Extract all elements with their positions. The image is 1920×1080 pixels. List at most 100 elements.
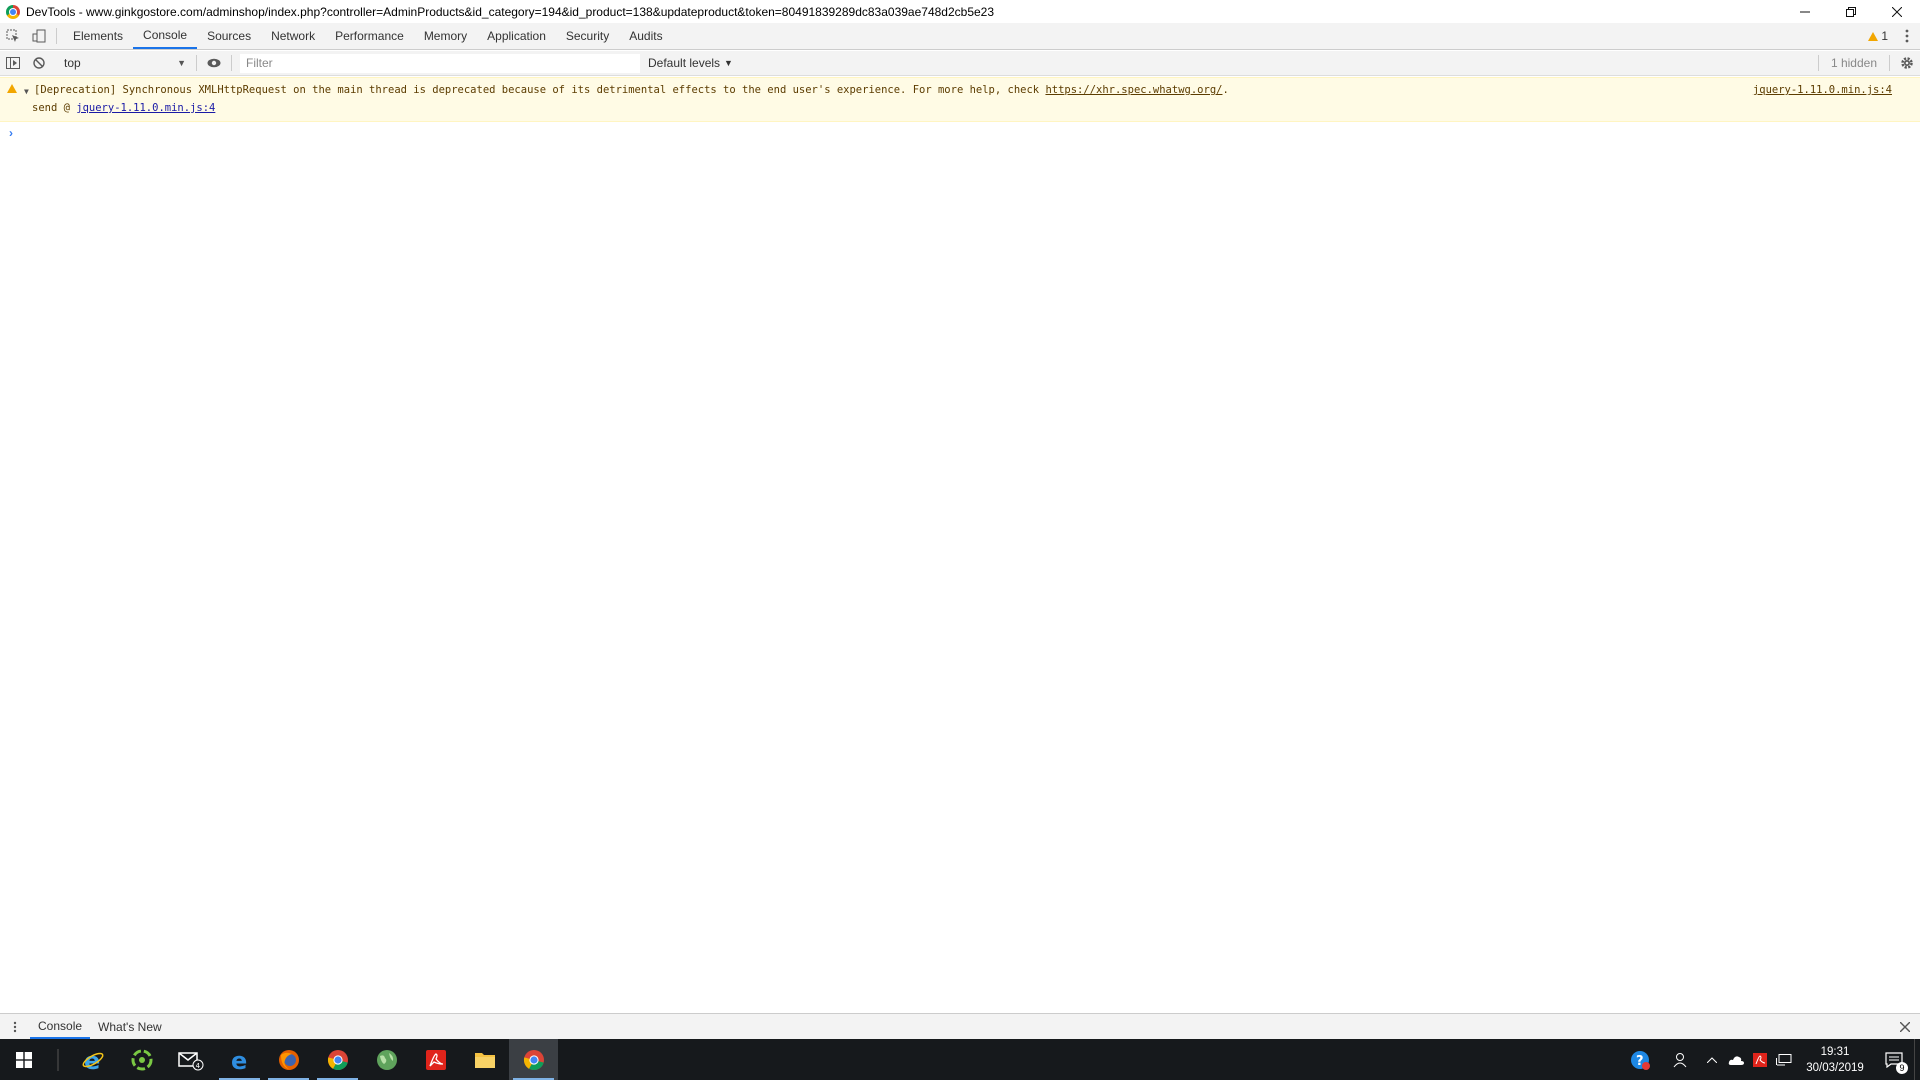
- message-source-link[interactable]: jquery-1.11.0.min.js:4: [1753, 81, 1892, 99]
- chevron-up-icon: [1707, 1056, 1717, 1063]
- tab-network[interactable]: Network: [261, 23, 325, 49]
- warnings-counter[interactable]: 1: [1862, 29, 1894, 43]
- mail-icon: 4: [177, 1051, 203, 1070]
- minimize-button[interactable]: [1782, 0, 1828, 23]
- restore-icon: [1846, 6, 1856, 17]
- live-expression-button[interactable]: [201, 50, 227, 76]
- mail-badge: 4: [195, 1062, 200, 1070]
- eye-icon: [207, 58, 221, 68]
- show-desktop-button[interactable]: [1914, 1039, 1920, 1080]
- tab-security[interactable]: Security: [556, 23, 619, 49]
- taskbar-firefox[interactable]: [264, 1039, 313, 1080]
- help-icon: ?: [1631, 1050, 1650, 1070]
- toolbar-divider: [231, 55, 232, 71]
- console-toolbar: top ▼ Default levels ▼ 1 hidden: [0, 51, 1920, 76]
- taskbar-recycle-app[interactable]: [117, 1039, 166, 1080]
- drawer-tab-console[interactable]: Console: [30, 1014, 91, 1039]
- kebab-menu-icon: [13, 1021, 17, 1032]
- chrome-icon: [327, 1049, 348, 1070]
- console-settings-button[interactable]: [1894, 50, 1920, 76]
- taskbar-earth-app[interactable]: [362, 1039, 411, 1080]
- stack-trace-line: send @ jquery-1.11.0.min.js:4: [24, 99, 1892, 117]
- filter-input[interactable]: [240, 53, 640, 73]
- tab-performance[interactable]: Performance: [325, 23, 414, 49]
- drawer-close-button[interactable]: [1890, 1021, 1920, 1032]
- system-clock[interactable]: 19:31 30/03/2019: [1796, 1044, 1874, 1076]
- taskbar-acrobat-reader[interactable]: [411, 1039, 460, 1080]
- acrobat-icon: [1753, 1052, 1767, 1067]
- warning-icon: [7, 84, 17, 93]
- window-title-bar: DevTools - www.ginkgostore.com/adminshop…: [0, 0, 1920, 23]
- taskbar-internet-explorer[interactable]: e: [68, 1039, 117, 1080]
- tab-console[interactable]: Console: [133, 23, 198, 49]
- customize-menu-button[interactable]: [1894, 23, 1920, 49]
- network-tray-icon[interactable]: [1772, 1039, 1796, 1080]
- console-warning-message[interactable]: ▼ [Deprecation] Synchronous XMLHttpReque…: [0, 77, 1920, 122]
- close-button[interactable]: [1874, 0, 1920, 23]
- close-icon: [1892, 6, 1902, 17]
- toolbar-divider: [1817, 55, 1819, 71]
- devtools-tabbar: Elements Console Sources Network Perform…: [0, 23, 1920, 50]
- taskbar-file-explorer[interactable]: [460, 1039, 509, 1080]
- restore-button[interactable]: [1828, 0, 1874, 23]
- console-prompt[interactable]: ›: [0, 122, 1920, 144]
- drawer-tab-whats-new[interactable]: What's New: [90, 1014, 170, 1039]
- people-icon: [1673, 1052, 1687, 1067]
- warning-text: [Deprecation] Synchronous XMLHttpRequest…: [34, 84, 1046, 96]
- device-toolbar-button[interactable]: [26, 23, 52, 49]
- start-button[interactable]: [0, 1039, 48, 1080]
- acrobat-icon: [425, 1049, 446, 1070]
- people-button[interactable]: [1660, 1039, 1700, 1080]
- tab-elements[interactable]: Elements: [63, 23, 133, 49]
- tab-memory[interactable]: Memory: [414, 23, 477, 49]
- drawer-tabbar: Console What's New: [0, 1013, 1920, 1039]
- warning-trailing: .: [1222, 84, 1229, 96]
- edge-icon: e: [231, 1049, 247, 1071]
- taskbar-mail[interactable]: 4: [166, 1039, 215, 1080]
- window-title: DevTools - www.ginkgostore.com/adminshop…: [26, 4, 995, 19]
- windows-logo-icon: [16, 1051, 32, 1068]
- action-center-button[interactable]: 9: [1874, 1039, 1914, 1080]
- drawer-menu-button[interactable]: [0, 1021, 30, 1033]
- toolbar-divider: [56, 28, 57, 44]
- prompt-chevron-icon: ›: [9, 126, 13, 140]
- log-levels-dropdown[interactable]: Default levels ▼: [648, 56, 733, 70]
- warnings-count: 1: [1881, 29, 1888, 43]
- context-value: top: [64, 56, 81, 70]
- tab-sources[interactable]: Sources: [197, 23, 261, 49]
- tab-application[interactable]: Application: [477, 23, 556, 49]
- console-toolbar-right: 1 hidden: [1814, 51, 1920, 76]
- close-icon: [1900, 1021, 1910, 1032]
- taskbar-chrome-active[interactable]: [509, 1039, 558, 1080]
- clear-icon: [33, 57, 45, 69]
- stack-source-link[interactable]: jquery-1.11.0.min.js:4: [76, 102, 215, 114]
- clock-date: 30/03/2019: [1806, 1061, 1864, 1074]
- acrobat-tray-icon[interactable]: [1748, 1039, 1772, 1080]
- folder-icon: [474, 1052, 495, 1068]
- chrome-icon: [6, 4, 20, 19]
- onedrive-tray-icon[interactable]: [1724, 1039, 1748, 1080]
- inspect-icon: [6, 29, 19, 42]
- console-messages: ▼ [Deprecation] Synchronous XMLHttpReque…: [0, 77, 1920, 144]
- warning-text-line: [Deprecation] Synchronous XMLHttpRequest…: [24, 81, 1892, 99]
- firefox-icon: [278, 1049, 299, 1070]
- help-tray-button[interactable]: ?: [1620, 1039, 1660, 1080]
- toolbar-divider: [196, 55, 197, 71]
- show-hidden-icons-button[interactable]: [1700, 1039, 1724, 1080]
- task-view-button[interactable]: [48, 1039, 68, 1080]
- log-levels-label: Default levels: [648, 56, 721, 70]
- context-selector[interactable]: top ▼: [56, 54, 192, 73]
- stack-prefix: send @: [32, 102, 77, 114]
- taskbar-chrome[interactable]: [313, 1039, 362, 1080]
- network-icon: [1776, 1053, 1792, 1065]
- taskbar-edge[interactable]: e: [215, 1039, 264, 1080]
- clear-console-button[interactable]: [26, 50, 52, 76]
- chrome-icon: [523, 1049, 544, 1070]
- svg-text:e: e: [231, 1049, 247, 1071]
- chevron-down-icon: ▼: [177, 58, 186, 68]
- expand-triangle-icon[interactable]: ▼: [24, 83, 29, 101]
- xhr-spec-link[interactable]: https://xhr.spec.whatwg.org/: [1045, 84, 1222, 96]
- tab-audits[interactable]: Audits: [619, 23, 672, 49]
- inspect-element-button[interactable]: [0, 23, 26, 49]
- show-sidebar-button[interactable]: [0, 50, 26, 76]
